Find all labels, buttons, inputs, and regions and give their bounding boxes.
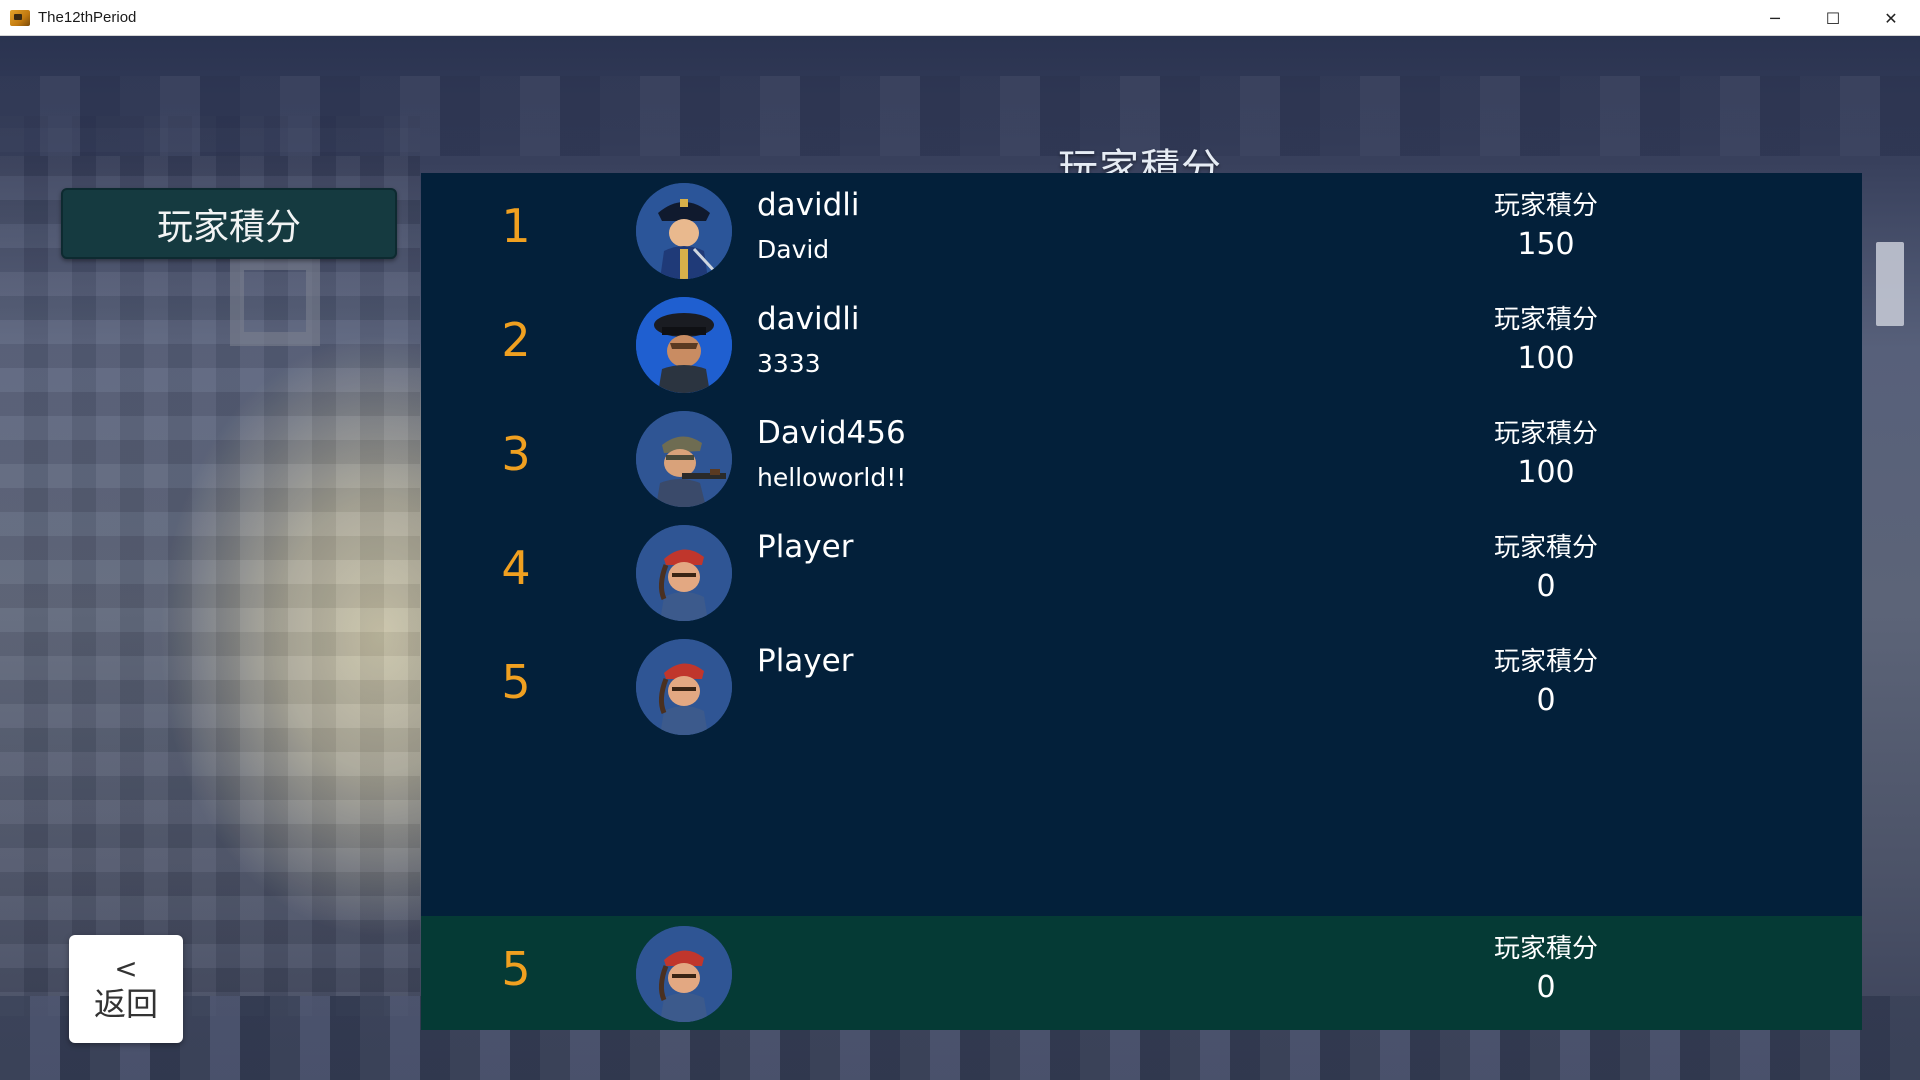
background-art <box>230 256 320 346</box>
window-controls: ─ ☐ ✕ <box>1746 0 1920 36</box>
score-label: 玩家積分 <box>1493 533 1598 563</box>
player-message: David <box>757 235 830 264</box>
window-title: The12thPeriod <box>38 9 137 26</box>
leaderboard-panel: 1 davidli David 玩家積分 150 2 davidli 3333 … <box>421 173 1862 917</box>
my-rank-row[interactable]: 5 玩家積分 0 <box>421 916 1862 1030</box>
score-value: 0 <box>1536 569 1556 604</box>
maximize-button[interactable]: ☐ <box>1804 0 1862 36</box>
rank-number: 1 <box>501 199 531 253</box>
score-value: 150 <box>1517 227 1575 262</box>
score-value: 100 <box>1517 341 1575 376</box>
leaderboard-row[interactable]: 5 Player 玩家積分 0 <box>421 629 1862 743</box>
score-value: 100 <box>1517 455 1575 490</box>
score-label: 玩家積分 <box>1493 305 1598 335</box>
window-titlebar: The12thPeriod ─ ☐ ✕ <box>0 0 1920 36</box>
player-name: David456 <box>757 415 906 451</box>
bandana-avatar-icon <box>636 525 732 621</box>
score-value: 0 <box>1536 970 1556 1005</box>
score-label: 玩家積分 <box>1493 934 1598 964</box>
score-label: 玩家積分 <box>1493 419 1598 449</box>
back-label: 返回 <box>93 985 158 1023</box>
score-label: 玩家積分 <box>1493 191 1598 221</box>
captain-avatar-icon <box>636 183 732 279</box>
back-button[interactable]: < 返回 <box>69 935 183 1043</box>
player-name: davidli <box>757 301 860 337</box>
leaderboard-row[interactable]: 3 David456 helloworld!! 玩家積分 100 <box>421 401 1862 515</box>
leaderboard-row[interactable]: 4 Player 玩家積分 0 <box>421 515 1862 629</box>
rank-number: 3 <box>501 427 531 481</box>
tab-player-score[interactable]: 玩家積分 <box>61 188 397 259</box>
rank-number: 4 <box>501 541 531 595</box>
app-icon <box>10 9 30 26</box>
score-label: 玩家積分 <box>1493 647 1598 677</box>
background-art <box>0 76 1920 156</box>
rank-number: 5 <box>501 942 531 996</box>
player-name: Player <box>757 643 854 679</box>
officer-cap-avatar-icon <box>636 297 732 393</box>
leaderboard-row[interactable]: 2 davidli 3333 玩家積分 100 <box>421 287 1862 401</box>
close-button[interactable]: ✕ <box>1862 0 1920 36</box>
score-value: 0 <box>1536 683 1556 718</box>
player-name: davidli <box>757 187 860 223</box>
minimize-button[interactable]: ─ <box>1746 0 1804 36</box>
rank-number: 2 <box>501 313 531 367</box>
leaderboard-row[interactable]: 1 davidli David 玩家積分 150 <box>421 173 1862 287</box>
back-arrow-icon: < <box>114 952 138 985</box>
rank-number: 5 <box>501 655 531 709</box>
soldier-rifle-avatar-icon <box>636 411 732 507</box>
game-viewport: 玩家積分 玩家積分 1 davidli David 玩家積分 150 2 dav… <box>0 36 1920 1080</box>
bandana-avatar-icon <box>636 926 732 1022</box>
player-message: helloworld!! <box>757 463 907 492</box>
player-name: Player <box>757 529 854 565</box>
scrollbar-thumb[interactable] <box>1876 242 1904 326</box>
bandana-avatar-icon <box>636 639 732 735</box>
player-message: 3333 <box>757 349 821 378</box>
